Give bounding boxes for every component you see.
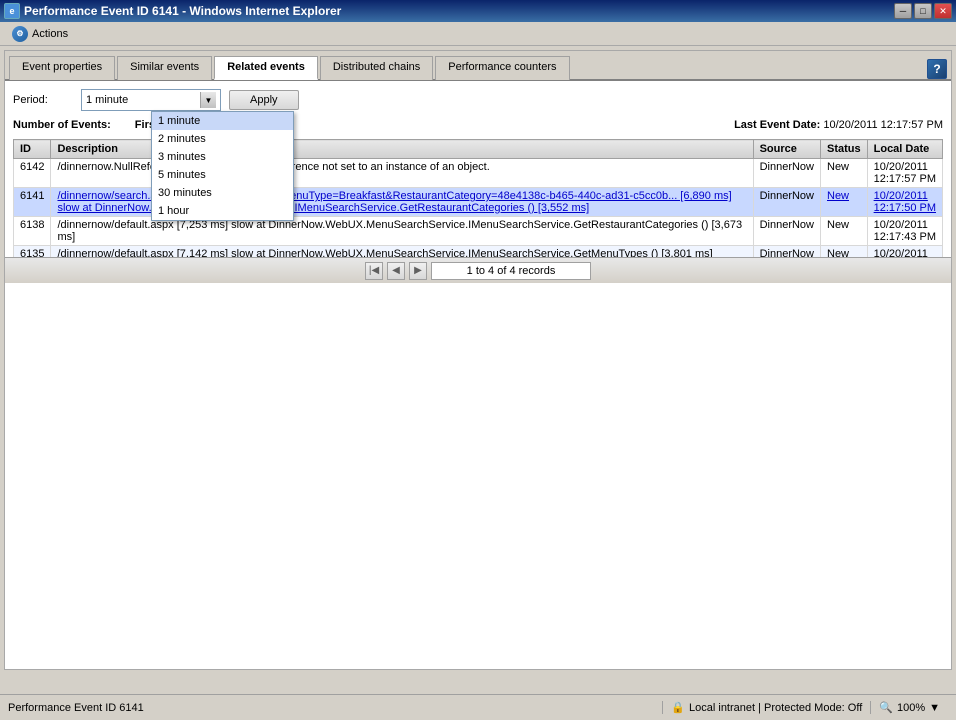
cell-id: 6138 [14,217,51,246]
col-id: ID [14,140,51,159]
select-arrow-icon: ▼ [200,92,216,108]
cell-date: 10/20/201112:17:43 PM [867,217,942,246]
tab-performance-counters[interactable]: Performance counters [435,56,569,80]
actions-menu[interactable]: ⚙ Actions [4,24,76,44]
tab-related-events[interactable]: Related events [214,56,318,80]
last-event-info: Last Event Date: 10/20/2011 12:17:57 PM [734,119,943,131]
minimize-button[interactable]: ─ [894,3,912,19]
cell-status: New [821,188,868,217]
status-text: Performance Event ID 6141 [8,702,662,714]
window-title: Performance Event ID 6141 - Windows Inte… [24,4,341,18]
tab-event-properties[interactable]: Event properties [9,56,115,80]
next-page-button[interactable]: ▶ [409,262,427,280]
menu-bar: ⚙ Actions [0,22,956,46]
zoom-arrow-icon: ▼ [929,702,940,714]
col-local-date: Local Date [867,140,942,159]
col-source: Source [753,140,820,159]
period-select[interactable]: 1 minute ▼ [81,89,221,111]
tab-related-events-label: Related events [227,61,305,73]
cell-source: DinnerNow [753,188,820,217]
app-icon: e [4,3,20,19]
cell-id: 6142 [14,159,51,188]
help-button[interactable]: ? [927,59,947,79]
dropdown-item-1hour[interactable]: 1 hour [152,202,293,220]
main-content: Event properties Similar events Related … [4,50,952,670]
cell-date: 10/20/201112:17:57 PM [867,159,942,188]
tab-performance-counters-label: Performance counters [448,61,556,73]
cell-source: DinnerNow [753,217,820,246]
cell-source: DinnerNow [753,159,820,188]
period-label: Period: [13,94,73,106]
dropdown-item-1min[interactable]: 1 minute [152,112,293,130]
zoom-section: 🔍 100% ▼ [870,701,948,714]
tab-similar-events-label: Similar events [130,61,199,73]
title-bar: e Performance Event ID 6141 - Windows In… [0,0,956,22]
dropdown-item-30min[interactable]: 30 minutes [152,184,293,202]
security-text: Local intranet | Protected Mode: Off [689,702,862,714]
cell-status: New [821,159,868,188]
security-section: 🔒 Local intranet | Protected Mode: Off [662,701,870,714]
actions-icon: ⚙ [12,26,28,42]
zoom-level: 100% [897,702,925,714]
pagination-bar: |◀ ◀ ▶ 1 to 4 of 4 records [5,257,951,283]
security-icon: 🔒 [671,701,685,714]
title-bar-left: e Performance Event ID 6141 - Windows In… [4,3,341,19]
title-bar-controls: ─ □ ✕ [894,3,952,19]
tabs-bar: Event properties Similar events Related … [5,51,951,81]
tab-distributed-chains-label: Distributed chains [333,61,420,73]
tab-event-properties-label: Event properties [22,61,102,73]
apply-button[interactable]: Apply [229,90,299,110]
dropdown-item-3min[interactable]: 3 minutes [152,148,293,166]
dropdown-item-5min[interactable]: 5 minutes [152,166,293,184]
cell-date: 10/20/2011 12:17:50 PM [867,188,942,217]
restore-button[interactable]: □ [914,3,932,19]
tab-panel: Period: 1 minute ▼ 1 minute 2 minutes 3 … [5,81,951,283]
last-event-value: 10/20/2011 12:17:57 PM [823,119,943,131]
period-select-wrapper: 1 minute ▼ 1 minute 2 minutes 3 minutes … [81,89,221,111]
col-status: Status [821,140,868,159]
close-button[interactable]: ✕ [934,3,952,19]
dropdown-item-2min[interactable]: 2 minutes [152,130,293,148]
first-page-button[interactable]: |◀ [365,262,383,280]
num-events-label: Number of Events: [13,119,111,131]
tab-distributed-chains[interactable]: Distributed chains [320,56,433,80]
zoom-icon: 🔍 [879,701,893,714]
period-dropdown: 1 minute 2 minutes 3 minutes 5 minutes 3… [151,111,294,221]
cell-status: New [821,217,868,246]
actions-label: Actions [32,28,68,40]
period-row: Period: 1 minute ▼ 1 minute 2 minutes 3 … [13,89,943,111]
tab-similar-events[interactable]: Similar events [117,56,212,80]
cell-id: 6141 [14,188,51,217]
status-bar: Performance Event ID 6141 🔒 Local intran… [0,694,956,720]
prev-page-button[interactable]: ◀ [387,262,405,280]
page-info: 1 to 4 of 4 records [431,262,591,280]
period-selected-value: 1 minute [86,94,128,106]
